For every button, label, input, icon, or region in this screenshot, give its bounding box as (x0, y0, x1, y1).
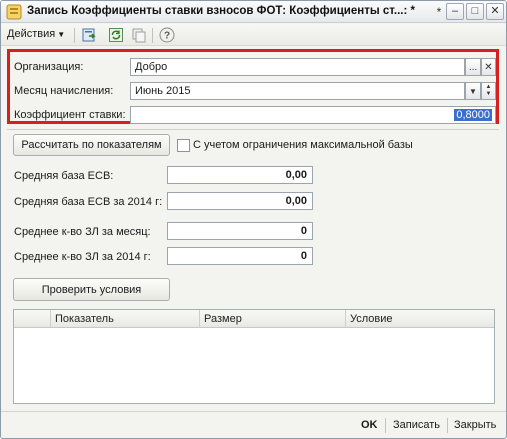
check-conditions-button[interactable]: Проверить условия (13, 278, 170, 301)
footer-separator (385, 418, 386, 433)
calculate-by-indicators-button[interactable]: Рассчитать по показателям (13, 134, 170, 156)
chevron-down-icon: ▼ (469, 86, 477, 96)
dropdown-arrow-icon: ▼ (57, 30, 66, 39)
help-icon[interactable]: ? (159, 27, 175, 43)
actions-menu-label: Действия (7, 28, 56, 40)
coefficient-field[interactable]: 0,8000 (130, 106, 496, 124)
save-button[interactable]: Записать (393, 419, 440, 431)
max-base-limit-label: С учетом ограничения максимальной базы (193, 139, 413, 151)
organization-select-button[interactable]: ... (465, 58, 481, 76)
avg-employees-month-label: Среднее к-во ЗЛ за месяц: (14, 226, 151, 238)
spin-up-icon: ▲ (485, 84, 492, 90)
toolbar-separator (74, 28, 75, 43)
organization-field[interactable]: Добро (130, 58, 465, 76)
avg-employees-2014-field[interactable]: 0 (167, 247, 313, 265)
avg-base-field[interactable]: 0,00 (167, 166, 313, 184)
minimize-button[interactable]: – (446, 3, 464, 20)
column-header-indicator[interactable]: Показатель (51, 310, 200, 328)
section-divider (7, 129, 499, 130)
avg-employees-month-field[interactable]: 0 (167, 222, 313, 240)
avg-employees-2014-label: Среднее к-во ЗЛ за 2014 г: (14, 251, 151, 263)
window-title: Запись Коэффициенты ставки взносов ФОТ: … (27, 5, 415, 17)
avg-base-2014-label: Средняя база ЕСВ за 2014 г: (14, 196, 163, 208)
month-label: Месяц начисления: (14, 85, 114, 97)
conditions-table[interactable]: Показатель Размер Условие (13, 309, 495, 404)
footer-separator (447, 418, 448, 433)
column-header-size[interactable]: Размер (200, 310, 346, 328)
close-button[interactable]: Закрыть (454, 419, 496, 431)
organization-clear-button[interactable]: ✕ (481, 58, 496, 76)
copy-icon[interactable] (131, 27, 147, 43)
column-header-condition[interactable]: Условие (346, 310, 494, 328)
table-header: Показатель Размер Условие (14, 310, 494, 328)
ok-button[interactable]: OK (361, 419, 378, 431)
month-dropdown-button[interactable]: ▼ (465, 82, 481, 100)
avg-base-label: Средняя база ЕСВ: (14, 170, 114, 182)
table-header-marker (14, 310, 51, 328)
month-spin-button[interactable]: ▲ ▼ (481, 82, 496, 100)
save-and-copy-icon[interactable] (81, 27, 97, 43)
toolbar-separator (152, 28, 153, 43)
coefficient-label: Коэффициент ставки: (14, 109, 126, 121)
max-base-limit-checkbox[interactable] (177, 139, 190, 152)
close-window-button[interactable]: ✕ (486, 3, 504, 20)
help-symbol: ? (164, 31, 170, 42)
modified-marker-icon: * (436, 4, 442, 19)
month-field[interactable]: Июнь 2015 (130, 82, 465, 100)
toolbar: Действия ▼ ? (1, 24, 506, 46)
spin-down-icon: ▼ (485, 91, 492, 97)
footer-bar: OK Записать Закрыть (1, 411, 506, 438)
record-window: Запись Коэффициенты ставки взносов ФОТ: … (0, 0, 507, 439)
avg-base-2014-field[interactable]: 0,00 (167, 192, 313, 210)
coefficient-value: 0,8000 (454, 109, 492, 121)
actions-menu[interactable]: Действия ▼ (7, 28, 65, 40)
app-icon (6, 4, 22, 20)
organization-label: Организация: (14, 61, 84, 73)
refresh-icon[interactable] (108, 27, 124, 43)
title-bar: Запись Коэффициенты ставки взносов ФОТ: … (1, 1, 506, 23)
restore-button[interactable]: □ (466, 3, 484, 20)
